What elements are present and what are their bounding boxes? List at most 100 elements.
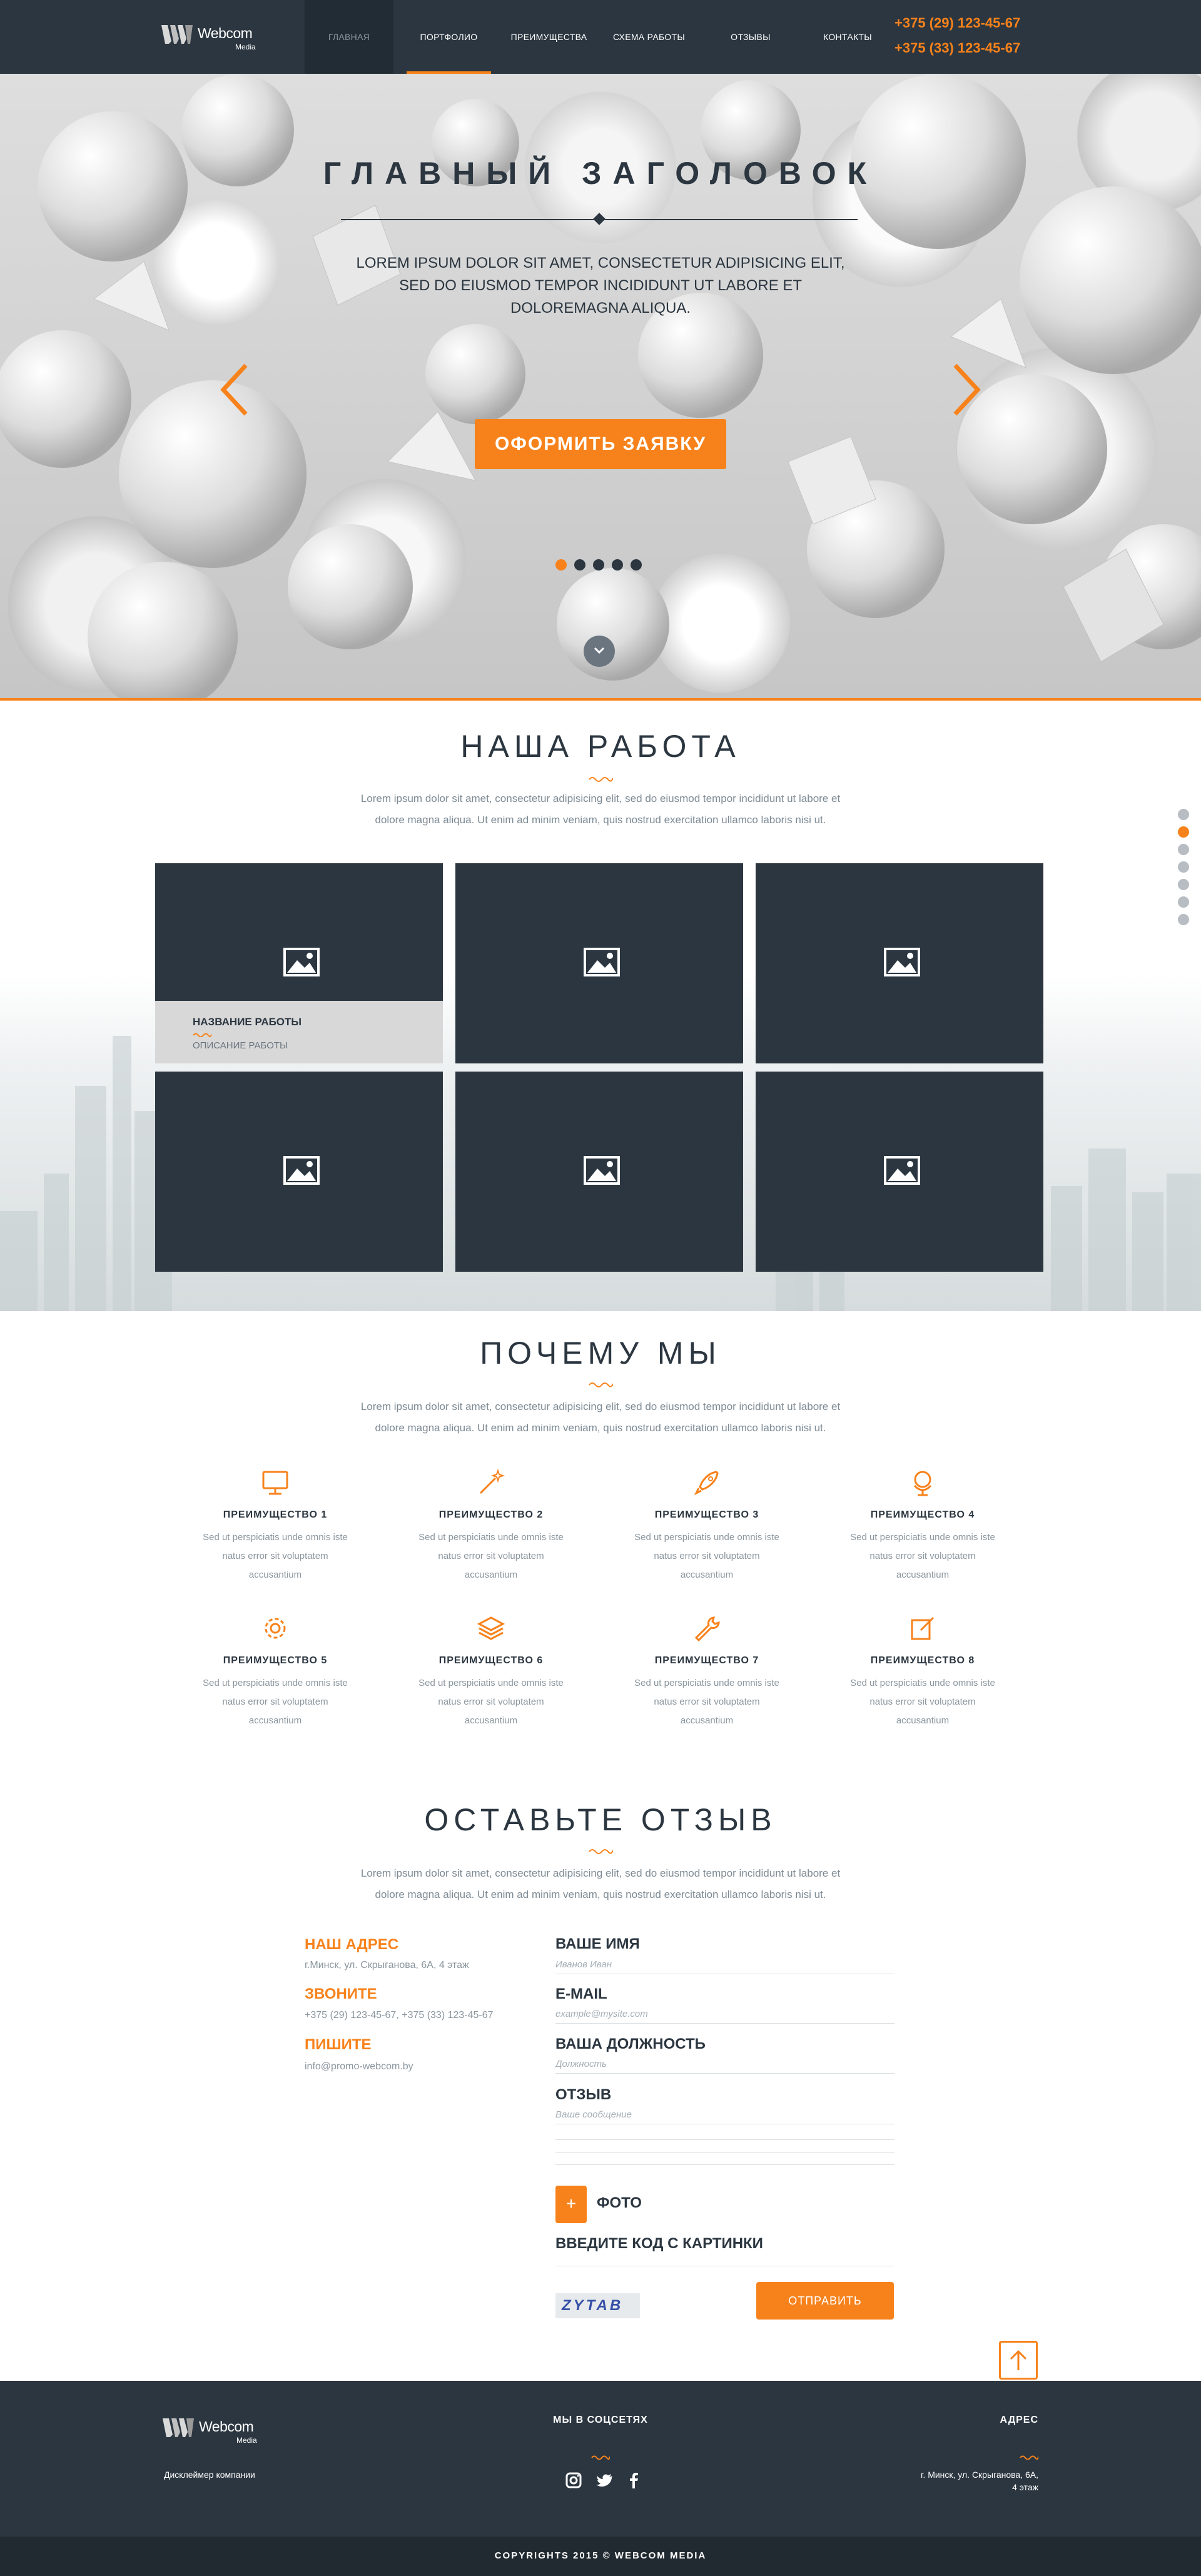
slider-dot[interactable]: [593, 559, 604, 570]
position-field[interactable]: [555, 2055, 894, 2074]
gear-icon: [260, 1613, 291, 1644]
feedback-title: ОСТАВЬТЕ ОТЗЫВ: [424, 1802, 777, 1837]
wave-divider-icon: [193, 1033, 211, 1037]
email-field[interactable]: [555, 2005, 894, 2024]
captcha-label: ВВЕДИТЕ КОД С КАРТИНКИ: [555, 2235, 763, 2252]
review-line: [555, 2164, 894, 2165]
advantage-desc: Sed ut perspiciatis unde omnis iste natu…: [634, 1678, 779, 1726]
section-dot[interactable]: [1178, 809, 1189, 820]
scroll-down-button[interactable]: [584, 636, 615, 667]
nav-work-scheme[interactable]: СХЕМА РАБОТЫ: [604, 0, 694, 74]
advantage-name: ПРЕИМУЩЕСТВО 1: [223, 1509, 328, 1520]
review-field[interactable]: [555, 2106, 894, 2124]
slider-dot[interactable]: [555, 559, 567, 570]
chevron-left-icon: [220, 363, 248, 416]
edit-icon: [907, 1613, 938, 1644]
portfolio-tile[interactable]: НАЗВАНИЕ РАБОТЫ ОПИСАНИЕ РАБОТЫ: [155, 863, 443, 1063]
footer-address-line-2: 4 этаж: [1012, 2482, 1038, 2492]
wave-divider-icon: [589, 777, 613, 782]
chevron-down-icon: [594, 647, 605, 654]
hero-title: ГЛАВНЫЙ ЗАГОЛОВОК: [323, 156, 878, 191]
image-icon: [283, 1156, 320, 1185]
slider-next-button[interactable]: [948, 362, 985, 418]
captcha-image: ZYTAB: [555, 2293, 640, 2318]
phone-1[interactable]: +375 (29) 123-45-67: [894, 15, 1020, 31]
call-text[interactable]: +375 (29) 123-45-67, +375 (33) 123-45-67: [305, 2010, 494, 2021]
slider-dot[interactable]: [631, 559, 642, 570]
wave-divider-icon: [589, 1382, 613, 1387]
image-icon: [584, 948, 620, 976]
portfolio-tile[interactable]: [455, 863, 743, 1063]
section-dot[interactable]: [1178, 826, 1189, 838]
footer-address-heading: АДРЕС: [1000, 2415, 1038, 2425]
order-button[interactable]: ОФОРМИТЬ ЗАЯВКУ: [475, 419, 726, 469]
scroll-to-top-button[interactable]: [999, 2341, 1038, 2380]
nav-home[interactable]: ГЛАВНАЯ: [305, 0, 393, 74]
slider-prev-button[interactable]: [216, 362, 253, 418]
wave-divider-icon: [589, 1849, 613, 1854]
footer-address-line-1: г. Минск, ул. Скрыганова, 6А,: [921, 2470, 1038, 2480]
layers-icon: [475, 1613, 507, 1644]
image-icon: [584, 1156, 620, 1185]
section-dot[interactable]: [1178, 879, 1189, 890]
wrench-icon: [691, 1613, 722, 1644]
globe-icon: [907, 1467, 938, 1498]
portfolio-tile[interactable]: [756, 863, 1043, 1063]
advantage-desc: Sed ut perspiciatis unde omnis iste natu…: [418, 1532, 564, 1580]
email-link[interactable]: info@promo-webcom.by: [305, 2061, 413, 2072]
section-dot[interactable]: [1178, 844, 1189, 855]
portfolio-tile[interactable]: [756, 1072, 1043, 1272]
logo-sub: Media: [236, 2436, 257, 2445]
wave-divider-icon: [1020, 2455, 1038, 2460]
facebook-icon[interactable]: [624, 2471, 643, 2490]
nav-reviews[interactable]: ОТЗЫВЫ: [719, 0, 782, 74]
name-field[interactable]: [555, 1955, 894, 1974]
section-dot[interactable]: [1178, 896, 1189, 908]
logo-sub: Media: [235, 43, 256, 51]
call-heading: ЗВОНИТЕ: [305, 1985, 377, 2002]
add-photo-button[interactable]: +: [555, 2186, 587, 2223]
disclaimer-text: Дисклеймер компании: [164, 2470, 255, 2480]
nav-contacts[interactable]: КОНТАКТЫ: [816, 0, 879, 74]
review-line: [555, 2139, 894, 2140]
portfolio-tile[interactable]: [155, 1072, 443, 1272]
feedback-text: Lorem ipsum dolor sit amet, consectetur …: [360, 1867, 841, 1900]
copyright-bar: COPYRIGHTS 2015 © WEBCOM MEDIA: [0, 2537, 1201, 2576]
advantage-desc: Sed ut perspiciatis unde omnis iste natu…: [203, 1678, 348, 1726]
footer: Webcom Media Дисклеймер компании МЫ В СО…: [0, 2381, 1201, 2537]
review-label: ОТЗЫВ: [555, 2086, 612, 2103]
advantage-name: ПРЕИМУЩЕСТВО 5: [223, 1655, 328, 1666]
magic-wand-icon: [475, 1467, 507, 1498]
image-icon: [283, 948, 320, 976]
submit-button[interactable]: ОТПРАВИТЬ: [756, 2282, 894, 2320]
header: Webcom Media ГЛАВНАЯ ПОРТФОЛИО ПРЕИМУЩЕС…: [0, 0, 1201, 74]
portfolio-tile[interactable]: [455, 1072, 743, 1272]
monitor-icon: [260, 1467, 291, 1498]
work-name: НАЗВАНИЕ РАБОТЫ: [193, 1016, 302, 1028]
logo[interactable]: Webcom Media: [161, 25, 268, 53]
advantages-title: ПОЧЕМУ МЫ: [480, 1336, 721, 1371]
advantage-desc: Sed ut perspiciatis unde omnis iste natu…: [850, 1532, 995, 1580]
nav-advantages[interactable]: ПРЕИМУЩЕСТВА: [504, 0, 594, 74]
wave-divider-icon: [591, 2455, 610, 2460]
advantage-desc: Sed ut perspiciatis unde omnis iste natu…: [850, 1678, 995, 1726]
review-line: [555, 2152, 894, 2153]
section-dot[interactable]: [1178, 914, 1189, 925]
slider-dot[interactable]: [612, 559, 623, 570]
image-icon: [884, 948, 920, 976]
email-label: E-MAIL: [555, 1985, 607, 2002]
advantage-desc: Sed ut perspiciatis unde omnis iste natu…: [203, 1532, 348, 1580]
address-heading: НАШ АДРЕС: [305, 1936, 399, 1953]
twitter-icon[interactable]: [595, 2471, 614, 2490]
slider-dot[interactable]: [574, 559, 585, 570]
name-label: ВАШЕ ИМЯ: [555, 1935, 640, 1952]
phone-2[interactable]: +375 (33) 123-45-67: [894, 40, 1020, 56]
logo-mark-icon: [161, 25, 193, 44]
instagram-icon[interactable]: [564, 2471, 583, 2490]
tile-caption: НАЗВАНИЕ РАБОТЫ ОПИСАНИЕ РАБОТЫ: [155, 1001, 443, 1063]
section-dot[interactable]: [1178, 861, 1189, 873]
logo-name: Webcom: [198, 25, 253, 41]
chevron-right-icon: [953, 363, 981, 416]
nav-portfolio[interactable]: ПОРТФОЛИО: [407, 0, 491, 74]
advantage-name: ПРЕИМУЩЕСТВО 8: [870, 1655, 975, 1666]
